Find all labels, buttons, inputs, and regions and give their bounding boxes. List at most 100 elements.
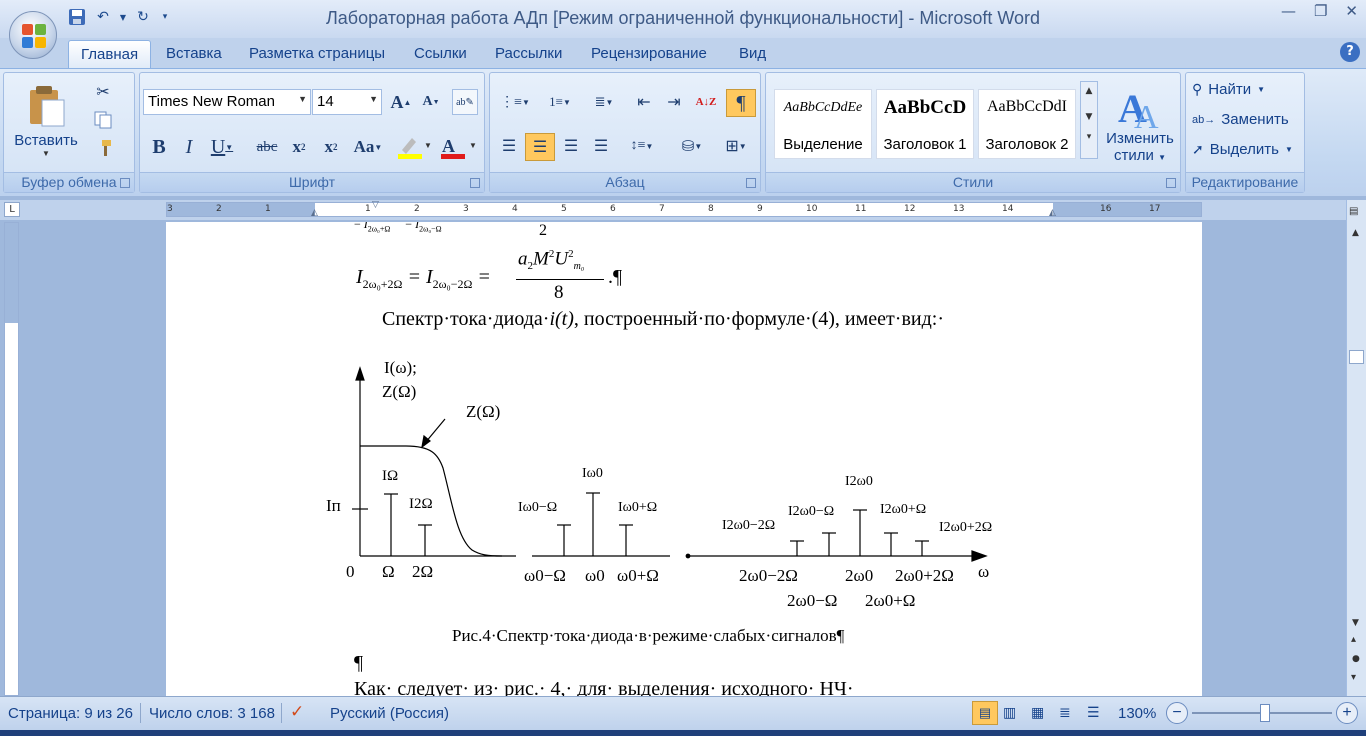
styles-launcher-icon[interactable] bbox=[1166, 178, 1176, 188]
clipboard-launcher-icon[interactable] bbox=[120, 178, 130, 188]
previous-page-icon[interactable]: ▴ bbox=[1351, 634, 1356, 645]
print-layout-icon[interactable]: ▤ bbox=[972, 701, 998, 725]
next-page-icon[interactable]: ▾ bbox=[1351, 672, 1356, 683]
bold-icon[interactable]: B bbox=[145, 133, 173, 161]
ruler-number: 7 bbox=[659, 204, 665, 214]
clear-formatting-icon[interactable]: ab✎ bbox=[452, 89, 478, 115]
line-label: I2ω0+Ω bbox=[880, 502, 927, 517]
justify-icon[interactable]: ☰ bbox=[587, 133, 615, 159]
figure-caption: Рис.4·Спектр·тока·диода·в·режиме·слабых·… bbox=[452, 626, 845, 645]
x-tick-label: 2ω0+2Ω bbox=[895, 566, 954, 585]
tab-mailings[interactable]: Рассылки bbox=[495, 45, 562, 62]
highlight-icon[interactable]: ▼ bbox=[394, 133, 434, 161]
tab-references[interactable]: Ссылки bbox=[414, 45, 467, 62]
bullets-icon[interactable]: ⋮≡ ▼ bbox=[495, 89, 535, 115]
zoom-in-icon[interactable]: + bbox=[1336, 702, 1358, 724]
ruler-number: 8 bbox=[708, 204, 714, 214]
line-spacing-icon[interactable]: ↕≡ ▼ bbox=[622, 133, 662, 159]
change-case-icon[interactable]: Aa ▼ bbox=[348, 133, 388, 161]
word-counter[interactable]: Число слов: 3 168 bbox=[149, 705, 275, 722]
tab-home[interactable]: Главная bbox=[68, 40, 152, 69]
show-formatting-marks-icon[interactable]: ¶ bbox=[726, 89, 756, 117]
proofing-icon[interactable]: ✓ bbox=[290, 702, 304, 722]
outline-icon[interactable]: ≣ bbox=[1059, 704, 1071, 721]
strikethrough-icon[interactable]: abc bbox=[252, 133, 282, 161]
underline-icon[interactable]: U ▼ bbox=[205, 133, 239, 161]
style-heading-1[interactable]: AaBbCcD Заголовок 1 bbox=[876, 89, 974, 159]
web-layout-icon[interactable]: ▦ bbox=[1031, 704, 1044, 721]
vertical-scrollbar[interactable]: ▤ ▲ ▼ ▴ ● ▾ bbox=[1346, 200, 1366, 696]
align-right-icon[interactable]: ☰ bbox=[557, 133, 585, 159]
numbering-icon[interactable]: 1≡ ▼ bbox=[538, 89, 582, 115]
scroll-down-icon[interactable]: ▼ bbox=[1352, 618, 1359, 628]
ruler-number: 1 bbox=[365, 204, 371, 214]
increase-indent-icon[interactable]: ⇥ bbox=[660, 89, 688, 115]
ruler-toggle-icon[interactable]: ▤ bbox=[1349, 206, 1358, 217]
superscript-icon[interactable]: x2 bbox=[318, 133, 344, 161]
align-center-icon[interactable]: ☰ bbox=[525, 133, 555, 161]
full-screen-reading-icon[interactable]: ▥ bbox=[1003, 704, 1016, 721]
font-size-combo[interactable]: 14 ▼ bbox=[312, 89, 382, 115]
zoom-out-icon[interactable]: − bbox=[1166, 702, 1188, 724]
x-axis-arrow bbox=[971, 550, 988, 562]
bottom-paragraph: Как· следует· из· рис.· 4,· для· выделен… bbox=[354, 678, 854, 696]
multilevel-list-icon[interactable]: ≣ ▼ bbox=[584, 89, 624, 115]
right-indent-marker-icon[interactable]: ◭ bbox=[1049, 208, 1056, 218]
font-name-combo[interactable]: Times New Roman ▼ bbox=[143, 89, 311, 115]
paragraph-launcher-icon[interactable] bbox=[746, 178, 756, 188]
tab-review[interactable]: Рецензирование bbox=[591, 45, 707, 62]
grow-font-icon[interactable]: A ▲ bbox=[388, 89, 414, 115]
styles-scroll[interactable]: ▲ ▼ ▾ bbox=[1080, 81, 1098, 159]
shading-icon[interactable]: ⛁ ▼ bbox=[672, 133, 712, 159]
document-page[interactable]: − I2ω₀+Ω − I2ω₀−Ω 2 I2ω₀+2Ω = I2ω₀−2Ω = … bbox=[166, 222, 1202, 696]
shrink-font-icon[interactable]: A ▼ bbox=[418, 89, 444, 115]
change-styles-button[interactable]: AA Изменить стили ▼ bbox=[1102, 77, 1178, 171]
horizontal-ruler[interactable]: 3 2 1 1 2 3 4 5 6 7 8 9 10 11 12 13 14 16 17 ◭ ▽ ◭ bbox=[166, 200, 1202, 218]
style-heading-2[interactable]: AaBbCcDdI Заголовок 2 bbox=[978, 89, 1076, 159]
replace-button[interactable]: ab→ Заменить bbox=[1192, 111, 1289, 128]
styles-scroll-up-icon[interactable]: ▲ bbox=[1081, 86, 1097, 96]
first-line-indent-marker-icon[interactable]: ▽ bbox=[372, 200, 379, 210]
decrease-indent-icon[interactable]: ⇤ bbox=[630, 89, 658, 115]
cut-icon[interactable]: ✂ bbox=[92, 81, 114, 103]
paste-button[interactable]: Вставить ▼ bbox=[14, 77, 78, 165]
left-indent-marker-icon[interactable]: ◭ bbox=[311, 208, 318, 218]
help-icon[interactable]: ? bbox=[1340, 42, 1360, 62]
tab-insert[interactable]: Вставка bbox=[166, 45, 222, 62]
language-indicator[interactable]: Русский (Россия) bbox=[330, 705, 449, 722]
subscript-icon[interactable]: x2 bbox=[286, 133, 312, 161]
copy-icon[interactable] bbox=[92, 109, 114, 131]
scroll-thumb[interactable] bbox=[1349, 350, 1364, 364]
italic-icon[interactable]: I bbox=[175, 133, 203, 161]
styles-more-icon[interactable]: ▾ bbox=[1081, 132, 1097, 142]
sort-icon[interactable]: A↓Z bbox=[692, 89, 720, 115]
tab-page-layout[interactable]: Разметка страницы bbox=[249, 45, 385, 62]
styles-scroll-down-icon[interactable]: ▼ bbox=[1081, 112, 1097, 122]
page-counter[interactable]: Страница: 9 из 26 bbox=[8, 705, 133, 722]
line-label: Iω0+Ω bbox=[618, 500, 658, 515]
vertical-ruler[interactable] bbox=[4, 222, 19, 696]
window-controls: — ❐ ✕ bbox=[1281, 2, 1358, 20]
font-color-icon[interactable]: A ▼ bbox=[438, 133, 480, 161]
zoom-slider-thumb[interactable] bbox=[1260, 704, 1270, 722]
select-browse-object-icon[interactable]: ● bbox=[1352, 654, 1360, 664]
office-button[interactable] bbox=[9, 11, 57, 59]
close-icon[interactable]: ✕ bbox=[1345, 2, 1358, 20]
scroll-up-icon[interactable]: ▲ bbox=[1352, 228, 1359, 238]
font-launcher-icon[interactable] bbox=[470, 178, 480, 188]
tab-selector-icon[interactable]: L bbox=[4, 202, 20, 217]
draft-icon[interactable]: ☰ bbox=[1087, 704, 1100, 721]
style-heading-1-name: Заголовок 1 bbox=[883, 136, 967, 153]
style-emphasis[interactable]: AaBbCcDdEe Выделение bbox=[774, 89, 872, 159]
align-left-icon[interactable]: ☰ bbox=[495, 133, 523, 159]
restore-icon[interactable]: ❐ bbox=[1314, 2, 1327, 20]
select-button[interactable]: ➚ Выделить ▼ bbox=[1192, 141, 1293, 158]
tab-view[interactable]: Вид bbox=[739, 45, 766, 62]
ruler-number: 3 bbox=[463, 204, 469, 214]
minimize-icon[interactable]: — bbox=[1281, 2, 1296, 20]
format-painter-icon[interactable] bbox=[92, 137, 114, 159]
borders-icon[interactable]: ⊞ ▼ bbox=[716, 133, 756, 159]
status-bar: Страница: 9 из 26 Число слов: 3 168 ✓ Ру… bbox=[0, 696, 1366, 730]
zoom-level[interactable]: 130% bbox=[1118, 705, 1156, 722]
find-button[interactable]: ⚲ Найти ▼ bbox=[1192, 81, 1265, 98]
